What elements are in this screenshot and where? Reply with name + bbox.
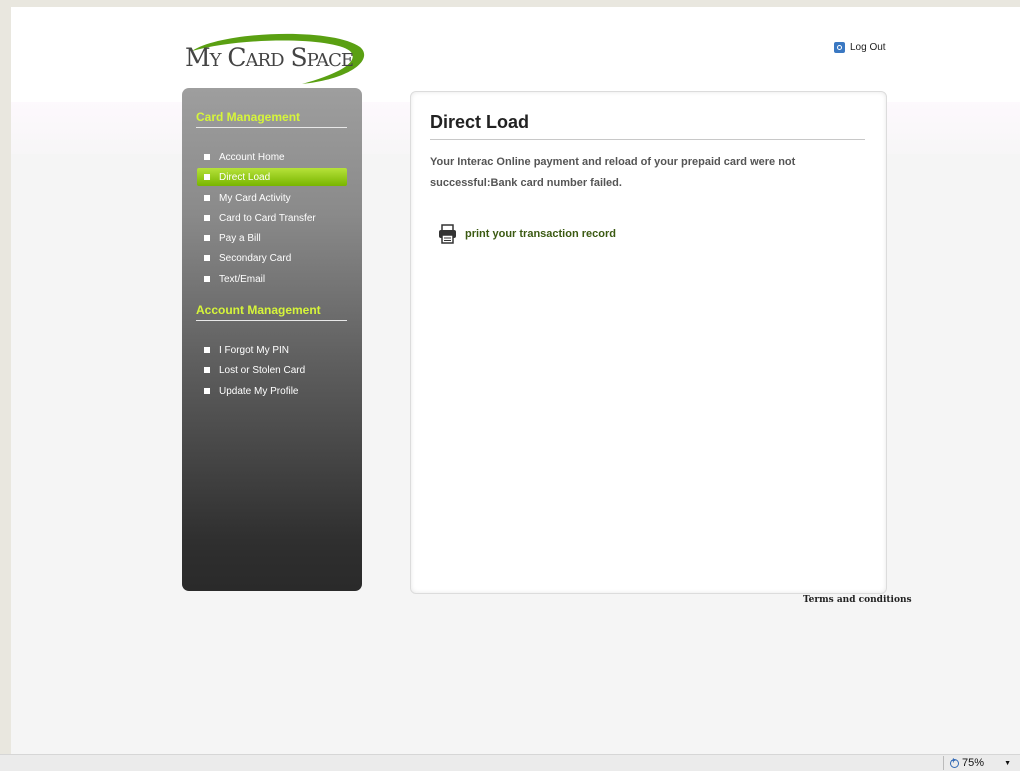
sidebar-item-my-card-activity[interactable]: My Card Activity (197, 189, 347, 207)
content-panel: Direct Load Your Interac Online payment … (410, 91, 887, 594)
sidebar-item-secondary-card[interactable]: Secondary Card (197, 249, 347, 267)
page: My Card Space Log Out Card Management Ac… (11, 7, 1020, 754)
bullet-icon (204, 388, 210, 394)
bullet-icon (204, 347, 210, 353)
sidebar-item-label: Update My Profile (219, 385, 299, 397)
sidebar-item-label: I Forgot My PIN (219, 344, 290, 356)
bullet-icon (204, 255, 210, 261)
printer-icon (439, 224, 456, 244)
print-transaction-link[interactable]: print your transaction record (438, 224, 616, 244)
page-title: Direct Load (430, 112, 530, 132)
power-icon (834, 42, 845, 53)
account-management-heading: Account Management (196, 303, 347, 321)
sidebar-item-label: Direct Load (219, 171, 271, 183)
sidebar-item-label: Secondary Card (219, 252, 292, 264)
card-management-heading: Card Management (196, 110, 347, 128)
header-background (11, 7, 1020, 102)
bullet-icon (204, 215, 210, 221)
sidebar-item-label: My Card Activity (219, 192, 291, 204)
sidebar-item-label: Lost or Stolen Card (219, 364, 306, 376)
sidebar-item-label: Text/Email (219, 273, 266, 285)
sidebar-item-label: Account Home (219, 151, 285, 163)
terms-link[interactable]: Terms and conditions (803, 595, 912, 605)
sidebar-item-card-to-card-transfer[interactable]: Card to Card Transfer (197, 209, 347, 227)
zoom-control[interactable]: 75% ▼ (943, 756, 1017, 770)
sidebar-item-text-email[interactable]: Text/Email (197, 270, 347, 288)
sidebar-item-direct-load[interactable]: Direct Load (197, 168, 347, 186)
logo-text: My Card Space (185, 43, 354, 72)
sidebar-item-label: Card to Card Transfer (219, 212, 316, 224)
sidebar-item-pay-a-bill[interactable]: Pay a Bill (197, 229, 347, 247)
zoom-icon (950, 756, 959, 768)
sidebar-item-label: Pay a Bill (219, 232, 261, 244)
sidebar-item-update-profile[interactable]: Update My Profile (197, 382, 347, 400)
bullet-icon (204, 195, 210, 201)
logo[interactable]: My Card Space (182, 29, 372, 87)
error-message: Your Interac Online payment and reload o… (430, 156, 796, 189)
sidebar: Card Management Account Home Direct Load… (182, 88, 362, 591)
sidebar-item-forgot-pin[interactable]: I Forgot My PIN (197, 341, 347, 359)
logout-link[interactable]: Log Out (834, 42, 886, 53)
bullet-icon (204, 367, 210, 373)
sidebar-item-account-home[interactable]: Account Home (197, 148, 347, 166)
bullet-icon (204, 174, 210, 180)
chevron-down-icon: ▼ (1004, 759, 1011, 767)
sidebar-item-lost-stolen-card[interactable]: Lost or Stolen Card (197, 361, 347, 379)
bullet-icon (204, 235, 210, 241)
title-divider (430, 139, 865, 140)
print-link-label: print your transaction record (465, 228, 616, 240)
bullet-icon (204, 276, 210, 282)
status-bar: 75% ▼ (0, 754, 1020, 771)
bullet-icon (204, 154, 210, 160)
zoom-level: 75% (962, 757, 985, 769)
logout-label: Log Out (850, 42, 886, 53)
